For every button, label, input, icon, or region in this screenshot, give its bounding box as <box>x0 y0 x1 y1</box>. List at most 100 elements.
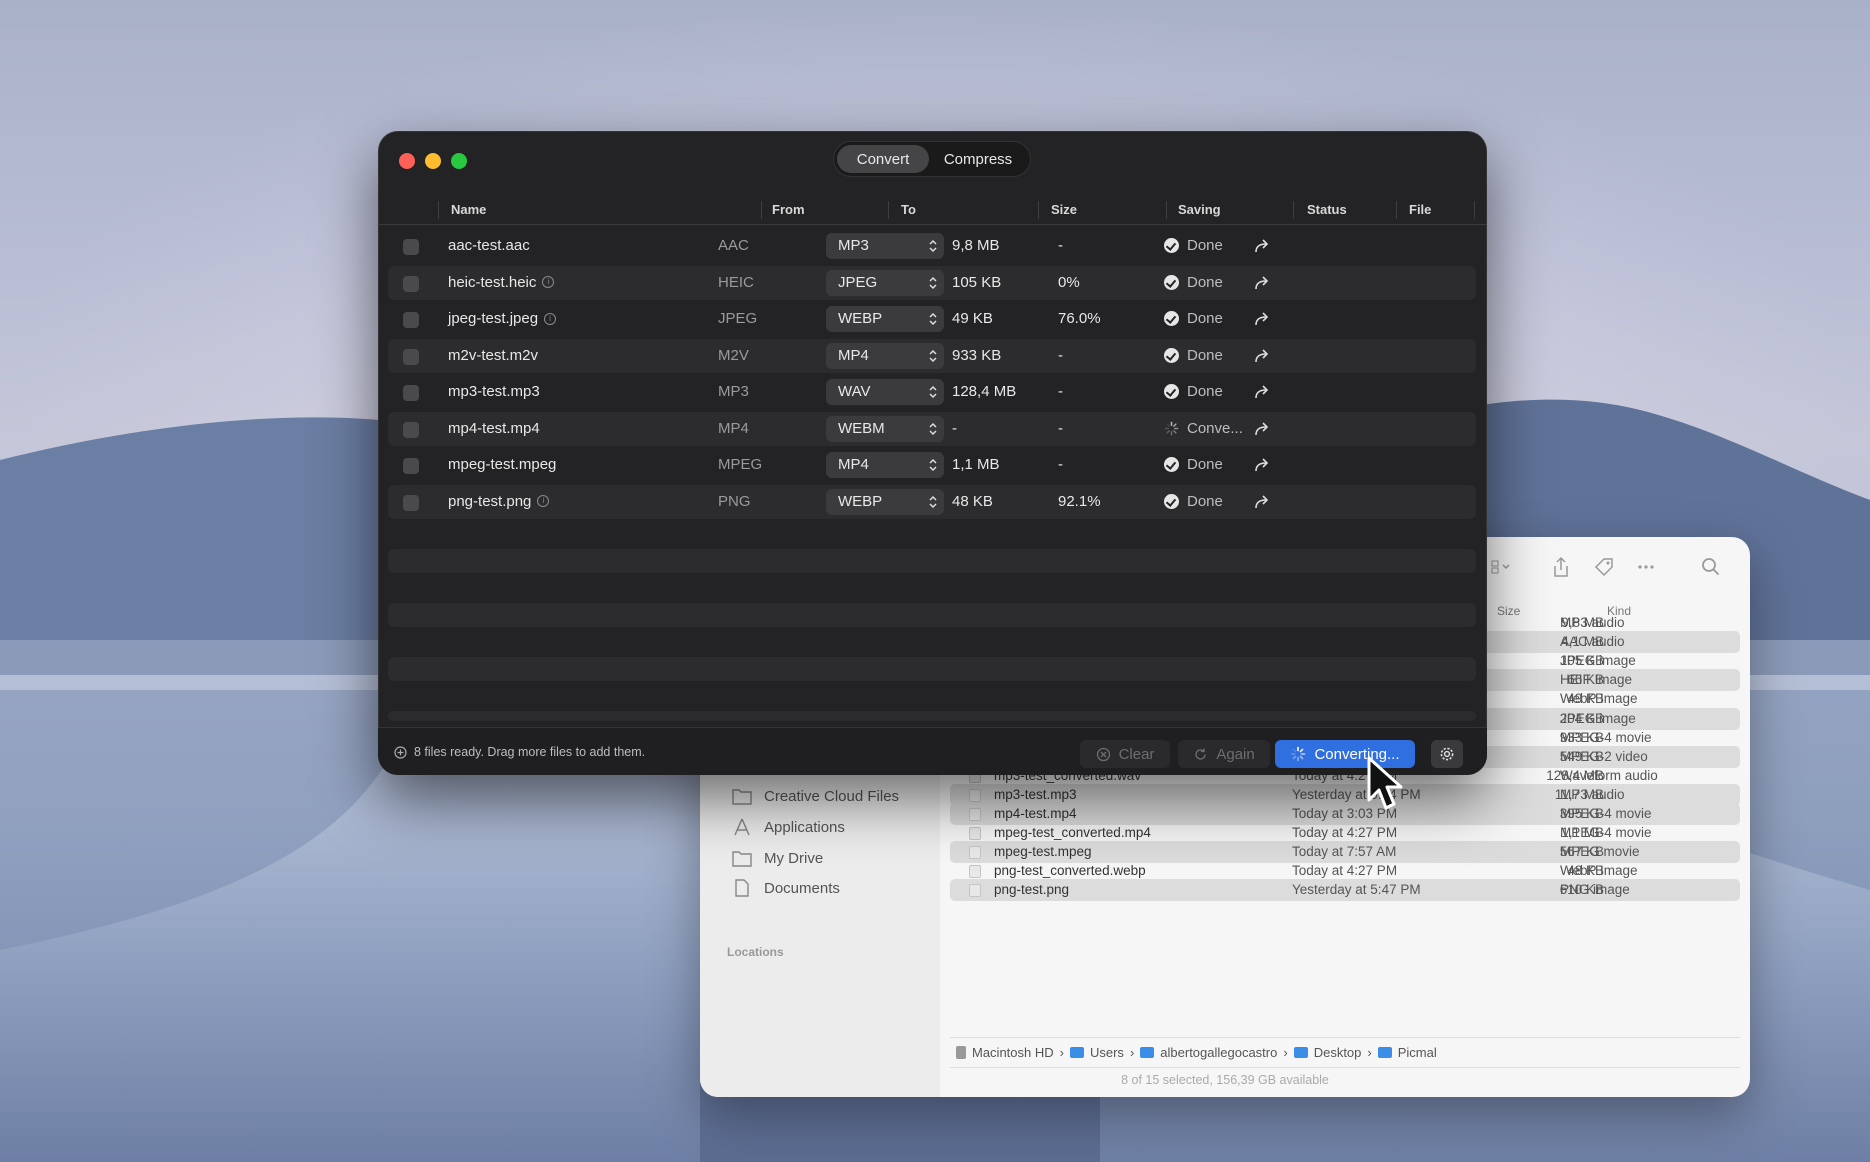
search-icon[interactable] <box>1700 556 1722 578</box>
sidebar-item-applications[interactable]: Applications <box>732 818 845 836</box>
row-checkbox[interactable] <box>403 421 419 438</box>
more-icon[interactable] <box>1635 556 1657 578</box>
target-format-select[interactable]: MP4 <box>826 452 944 478</box>
reveal-file-icon[interactable] <box>1254 348 1272 364</box>
finder-date: Today at 4:27 PM <box>1292 825 1398 841</box>
table-row[interactable]: aac-test.aac AAC MP3 9,8 MB - Done <box>388 229 1476 263</box>
column-header-status[interactable]: Status <box>1307 202 1347 217</box>
zoom-button[interactable] <box>451 153 467 169</box>
tag-icon[interactable] <box>1593 556 1615 578</box>
column-header-size[interactable]: Size <box>1051 202 1077 217</box>
folder-icon <box>1069 1047 1084 1058</box>
gear-icon <box>1440 747 1454 761</box>
target-format-select[interactable]: WEBP <box>826 488 944 515</box>
finder-kind: MPEG-4 movie <box>1560 825 1652 841</box>
divider <box>950 1037 1740 1038</box>
source-format: JPEG <box>718 310 758 327</box>
folder-icon <box>1140 1047 1155 1058</box>
path-segment[interactable]: Macintosh HD <box>972 1045 1054 1060</box>
table-row[interactable]: jpeg-test.jpeg i JPEG WEBP 49 KB 76.0% Do… <box>388 302 1476 336</box>
folder-icon <box>732 851 752 867</box>
path-segment[interactable]: Picmal <box>1398 1045 1437 1060</box>
target-format-value: MP3 <box>838 237 869 254</box>
info-icon[interactable]: i <box>542 276 555 288</box>
minimize-button[interactable] <box>425 153 441 169</box>
spinner-icon <box>1291 746 1306 762</box>
path-separator: › <box>1129 1045 1135 1060</box>
again-button[interactable]: Again <box>1178 740 1270 768</box>
status-text: Done <box>1187 492 1223 510</box>
target-format-select[interactable]: WEBM <box>826 415 944 442</box>
target-format-value: JPEG <box>838 273 878 291</box>
info-icon[interactable]: i <box>544 312 557 325</box>
target-format-value: WEBP <box>838 310 883 327</box>
status-text: Done <box>1187 383 1223 400</box>
file-name: png-test.png <box>448 492 532 510</box>
column-header-file[interactable]: File <box>1409 202 1431 217</box>
row-checkbox[interactable] <box>403 458 419 474</box>
reveal-file-icon[interactable] <box>1254 238 1272 254</box>
target-format-select[interactable]: MP3 <box>826 233 944 259</box>
status-text: Done <box>1187 273 1223 291</box>
column-header-name[interactable]: Name <box>451 202 486 217</box>
saving-value: - <box>1058 237 1063 254</box>
target-format-select[interactable]: JPEG <box>826 269 944 296</box>
path-segment[interactable]: Desktop <box>1314 1045 1362 1060</box>
path-segment[interactable]: Users <box>1090 1045 1124 1060</box>
table-row[interactable]: mp3-test.mp3 MP3 WAV 128,4 MB - Done <box>388 375 1476 409</box>
close-button[interactable] <box>399 153 415 169</box>
reveal-file-icon[interactable] <box>1254 384 1272 400</box>
table-header: Name From To Size Saving Status File <box>378 195 1487 225</box>
sidebar-item-creative-cloud[interactable]: Creative Cloud Files <box>732 787 899 805</box>
target-format-select[interactable]: MP4 <box>826 342 944 369</box>
share-icon[interactable] <box>1550 556 1572 578</box>
column-header-saving[interactable]: Saving <box>1178 202 1221 217</box>
table-row[interactable]: m2v-test.m2v M2V MP4 933 KB - Done <box>388 338 1476 373</box>
mouse-cursor-icon <box>1367 756 1403 810</box>
row-checkbox[interactable] <box>403 312 419 328</box>
row-checkbox[interactable] <box>403 494 419 511</box>
column-divider <box>1166 201 1167 219</box>
view-options-icon[interactable] <box>1490 556 1512 578</box>
finder-kind: MPEG-4 movie <box>1560 806 1652 821</box>
row-checkbox[interactable] <box>403 348 419 365</box>
sidebar-item-documents[interactable]: Documents <box>732 879 840 897</box>
table-row[interactable]: mp4-test.mp4 MP4 WEBM - - Conve... <box>388 411 1476 446</box>
target-format-select[interactable]: WAV <box>826 379 944 405</box>
info-icon[interactable]: i <box>537 495 550 507</box>
reveal-file-icon[interactable] <box>1254 275 1272 291</box>
reveal-file-icon[interactable] <box>1254 421 1272 437</box>
finder-file-name: mp3-test.mp3 <box>994 786 1077 802</box>
checkmark-icon <box>1164 347 1179 363</box>
table-row[interactable]: png-test.png i PNG WEBP 48 KB 92.1% Done <box>388 484 1476 519</box>
path-segment[interactable]: albertogallegocastro <box>1160 1045 1277 1060</box>
row-checkbox[interactable] <box>403 239 419 255</box>
again-button-label: Again <box>1216 745 1255 763</box>
tab-compress[interactable]: Compress <box>929 145 1027 173</box>
table-row[interactable]: heic-test.heic i HEIC JPEG 105 KB 0% Done <box>388 265 1476 300</box>
reveal-file-icon[interactable] <box>1254 457 1272 473</box>
finder-row[interactable]: png-test.png Yesterday at 5:47 PM 610 KB… <box>950 879 1740 902</box>
column-header-to[interactable]: To <box>901 202 916 217</box>
saving-value: 76.0% <box>1058 310 1101 327</box>
finder-date: Today at 7:57 AM <box>1292 844 1397 860</box>
clear-button[interactable]: Clear <box>1080 740 1170 768</box>
row-checkbox[interactable] <box>403 385 419 401</box>
row-checkbox[interactable] <box>403 275 419 292</box>
path-bar: Macintosh HD › Users › albertogallegocastro ›… <box>956 1045 1437 1060</box>
tab-convert[interactable]: Convert <box>837 145 929 173</box>
saving-value: 0% <box>1058 273 1080 291</box>
reveal-file-icon[interactable] <box>1254 311 1272 327</box>
target-format-select[interactable]: WEBP <box>826 306 944 332</box>
column-header-from[interactable]: From <box>772 202 805 217</box>
reveal-file-icon[interactable] <box>1254 494 1272 510</box>
finder-kind: WebP Image <box>1560 691 1638 707</box>
checkmark-icon <box>1164 238 1179 253</box>
file-icon <box>969 865 981 879</box>
path-separator: › <box>1367 1045 1372 1060</box>
source-format: MP4 <box>718 419 749 437</box>
sidebar-item-my-drive[interactable]: My Drive <box>732 849 823 867</box>
settings-button[interactable] <box>1431 740 1463 768</box>
table-row[interactable]: mpeg-test.mpeg MPEG MP4 1,1 MB - Done <box>388 448 1476 482</box>
plus-circle-icon <box>394 745 407 759</box>
